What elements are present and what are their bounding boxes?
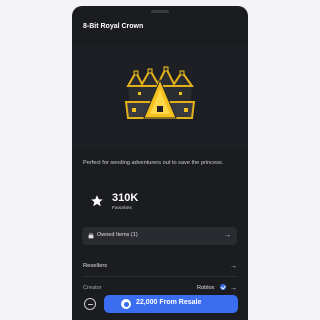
verified-badge-icon: [220, 284, 226, 290]
star-icon[interactable]: [90, 194, 104, 208]
buy-resale-button[interactable]: 22,000 From Resale: [104, 295, 238, 313]
arrow-right-icon[interactable]: →: [230, 285, 237, 292]
owned-items-button[interactable]: Owned Items (1) →: [82, 227, 237, 245]
item-title: 8-Bit Royal Crown: [83, 23, 144, 30]
arrow-right-icon: →: [224, 232, 231, 239]
item-details-sheet: 8-Bit Royal Crown Perfect for sending ad…: [72, 6, 248, 320]
item-preview[interactable]: [72, 46, 248, 150]
item-description: Perfect for sending adventurers out to s…: [83, 160, 224, 166]
favorites-count: 310K: [112, 192, 139, 204]
resellers-label[interactable]: Resellers: [83, 263, 107, 269]
bag-icon: [88, 233, 94, 239]
purchase-bar: 22,000 From Resale: [72, 292, 248, 320]
owned-items-label: Owned Items (1): [97, 232, 138, 238]
buy-button-label: 22,000 From Resale: [136, 299, 202, 306]
more-options-button[interactable]: [84, 298, 96, 310]
sheet-drag-handle[interactable]: [151, 10, 169, 13]
creator-label: Creator: [83, 285, 102, 291]
favorites-label: Favorites: [112, 206, 132, 211]
robux-icon: [121, 299, 131, 309]
divider: [82, 276, 238, 277]
arrow-right-icon[interactable]: →: [230, 263, 237, 270]
creator-name[interactable]: Roblox: [197, 285, 214, 291]
crown-image: [124, 66, 196, 119]
